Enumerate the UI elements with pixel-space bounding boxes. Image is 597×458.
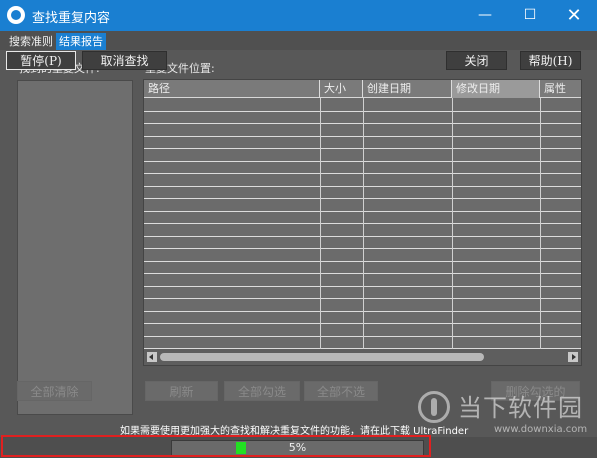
check-all-button[interactable]: 全部勾选 (224, 381, 300, 401)
title-bar: 查找重复内容 — ☐ ✕ (0, 0, 597, 31)
close-button[interactable]: 关闭 (446, 51, 507, 70)
column-divider (363, 98, 364, 349)
column-divider (452, 98, 453, 349)
scrollbar-thumb[interactable] (160, 353, 484, 361)
duplicate-location-grid[interactable]: 路径 大小 创建日期 修改日期 属性 (143, 79, 582, 366)
window-title: 查找重复内容 (32, 11, 111, 26)
scroll-left-icon[interactable] (147, 352, 157, 362)
refresh-button[interactable]: 刷新 (145, 381, 218, 401)
column-header-size[interactable]: 大小 (320, 80, 363, 98)
maximize-button[interactable]: ☐ (508, 0, 552, 31)
tab-search-criteria[interactable]: 搜索准则 (6, 33, 56, 50)
app-icon (7, 6, 25, 24)
watermark-url: www.downxia.com (494, 424, 588, 435)
minimize-button[interactable]: — (463, 0, 507, 31)
column-header-created[interactable]: 创建日期 (363, 80, 452, 98)
tab-bar: 搜索准则 结果报告 (0, 31, 597, 50)
scroll-right-icon[interactable] (568, 352, 578, 362)
cancel-search-button[interactable]: 取消查找 (82, 51, 167, 70)
column-divider (540, 98, 541, 349)
clear-all-button[interactable]: 全部清除 (17, 381, 92, 401)
tab-result-report[interactable]: 结果报告 (56, 33, 106, 50)
column-header-modified[interactable]: 修改日期 (452, 80, 540, 98)
close-window-button[interactable]: ✕ (552, 0, 596, 31)
pause-button[interactable]: 暂停(P) (6, 51, 76, 70)
watermark-text: 当下软件园 (458, 394, 583, 422)
column-header-attributes[interactable]: 属性 (540, 80, 581, 98)
found-duplicates-list[interactable] (17, 80, 133, 415)
highlight-box (1, 435, 431, 457)
column-divider (320, 98, 321, 349)
grid-header: 路径 大小 创建日期 修改日期 属性 (144, 80, 581, 98)
help-button[interactable]: 帮助(H) (520, 51, 581, 70)
horizontal-scrollbar[interactable] (144, 349, 581, 365)
watermark-logo-icon (418, 391, 450, 423)
uncheck-all-button[interactable]: 全部不选 (304, 381, 378, 401)
column-header-path[interactable]: 路径 (144, 80, 320, 98)
main-content: 找到的重复文件: 重复文件位置: 路径 大小 创建日期 修改日期 属性 全部清除… (0, 50, 597, 458)
